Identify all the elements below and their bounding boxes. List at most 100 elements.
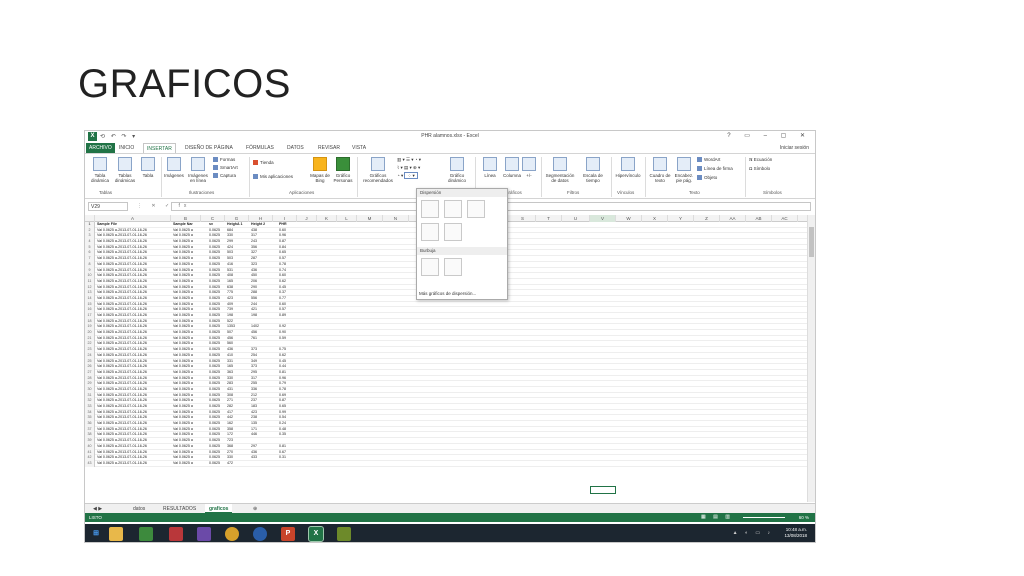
- column-header[interactable]: X: [642, 215, 668, 222]
- pivot-chart-label: Gráfico dinámico: [447, 173, 466, 183]
- scatter-straight-markers-icon[interactable]: [421, 223, 439, 241]
- signature-line-button[interactable]: Línea de firma: [697, 166, 733, 172]
- equation-button[interactable]: π Ecuación: [749, 157, 772, 163]
- column-header[interactable]: H: [249, 215, 273, 222]
- tab-vista[interactable]: VISTA: [352, 143, 366, 153]
- pivot-chart-button[interactable]: Gráfico dinámico: [441, 157, 473, 183]
- column-header[interactable]: K: [317, 215, 337, 222]
- column-header[interactable]: A: [95, 215, 171, 222]
- object-button[interactable]: Objeto: [697, 175, 717, 181]
- scrollbar-thumb[interactable]: [809, 227, 814, 257]
- hyperlink-button[interactable]: Hipervínculo: [613, 157, 643, 178]
- cell[interactable]: 0.0625: [209, 461, 223, 467]
- symbol-button[interactable]: Ω Símbolo: [749, 166, 770, 172]
- smartart-button[interactable]: SmartArt: [213, 165, 238, 171]
- column-header[interactable]: Y: [668, 215, 694, 222]
- screenshot-button[interactable]: Captura: [213, 173, 236, 179]
- table-row[interactable]: 43 Val 0.0625 a-2013-07-01-16-26 Val 0.062…: [85, 460, 809, 467]
- system-tray[interactable]: ▲ ◐ ▭ ♪: [733, 530, 773, 536]
- view-buttons[interactable]: ▦ ▤ ▥: [701, 513, 733, 522]
- column-header[interactable]: V: [590, 215, 616, 222]
- my-apps-button[interactable]: Mis aplicaciones: [253, 174, 293, 180]
- tab-datos[interactable]: DATOS: [287, 143, 304, 153]
- column-header[interactable]: C: [201, 215, 225, 222]
- clock[interactable]: 10:48 a.m. 13/08/2018: [784, 527, 807, 539]
- tab-formulas[interactable]: FÓRMULAS: [246, 143, 274, 153]
- online-pictures-button[interactable]: Imágenes en línea: [185, 157, 211, 183]
- cell[interactable]: Val 0.0625 a: [173, 461, 201, 467]
- cell[interactable]: 472: [227, 461, 249, 467]
- text-box-button[interactable]: Cuadro de texto: [647, 157, 673, 183]
- app-icon-red[interactable]: [169, 527, 183, 541]
- start-icon[interactable]: ⊞: [89, 527, 103, 541]
- column-header[interactable]: G: [225, 215, 249, 222]
- recommended-charts-button[interactable]: Gráficos recomendados: [361, 157, 395, 183]
- cell[interactable]: Val 0.0625 a-2013-07-01-16-26: [97, 461, 171, 467]
- chart-type-row-1[interactable]: ▥ ▾ ☰ ▾ ◔ ▾: [397, 157, 421, 163]
- tab-insertar[interactable]: INSERTAR: [143, 143, 176, 153]
- browser-icon[interactable]: [253, 527, 267, 541]
- column-header[interactable]: AC: [772, 215, 798, 222]
- chrome-icon[interactable]: [225, 527, 239, 541]
- shapes-button[interactable]: Formas: [213, 157, 235, 163]
- tab-inicio[interactable]: INICIO: [119, 143, 134, 153]
- more-scatter-charts-link[interactable]: Más gráficos de dispersión...: [419, 291, 476, 296]
- sign-in-link[interactable]: Iniciar sesión: [780, 143, 809, 153]
- row-number[interactable]: 43: [85, 460, 95, 467]
- sparkline-line-label: Línea: [484, 173, 496, 178]
- slicer-button[interactable]: Segmentación de datos: [543, 157, 577, 183]
- scatter-straight-lines-icon[interactable]: [444, 223, 462, 241]
- selected-cell[interactable]: [590, 486, 616, 494]
- excel-taskbar-icon[interactable]: X: [308, 526, 324, 542]
- scatter-smooth-lines-icon[interactable]: [467, 200, 485, 218]
- column-header[interactable]: N: [383, 215, 409, 222]
- app-icon-green[interactable]: [337, 527, 351, 541]
- column-header[interactable]: AA: [720, 215, 746, 222]
- powerpoint-icon[interactable]: P: [281, 527, 295, 541]
- pictures-button[interactable]: Imágenes: [161, 157, 187, 178]
- tab-revisar[interactable]: REVISAR: [318, 143, 340, 153]
- column-header[interactable]: Z: [694, 215, 720, 222]
- store-icon: [253, 160, 258, 166]
- online-pictures-label: Imágenes en línea: [188, 173, 208, 183]
- column-header[interactable]: M: [357, 215, 383, 222]
- bubble-icon[interactable]: [421, 258, 439, 276]
- column-header[interactable]: W: [616, 215, 642, 222]
- chart-type-row-2[interactable]: ⌇ ▾ ▤ ▾ ⊕ ▾: [397, 165, 420, 171]
- column-header[interactable]: J: [297, 215, 317, 222]
- column-header[interactable]: T: [536, 215, 562, 222]
- name-box[interactable]: V29: [88, 202, 128, 211]
- header-footer-button[interactable]: Encabez. pie pág.: [671, 157, 697, 183]
- column-header[interactable]: U: [562, 215, 590, 222]
- app-icon-purple[interactable]: [197, 527, 211, 541]
- column-header[interactable]: L: [337, 215, 357, 222]
- bubble-3d-icon[interactable]: [444, 258, 462, 276]
- scatter-markers-icon[interactable]: [421, 200, 439, 218]
- sparkline-winloss-button[interactable]: +/-: [519, 157, 539, 178]
- scatter-smooth-markers-icon[interactable]: [444, 200, 462, 218]
- vertical-scrollbar[interactable]: [807, 215, 815, 502]
- column-header[interactable]: B: [171, 215, 201, 222]
- calculator-icon[interactable]: [139, 527, 153, 541]
- scatter-chart-button[interactable]: ◔ ▾ ⁘ ▾: [397, 172, 418, 179]
- zoom-level[interactable]: 60 %: [799, 513, 809, 522]
- column-header[interactable]: AB: [746, 215, 772, 222]
- smartart-icon: [213, 165, 218, 171]
- select-all-corner[interactable]: [85, 215, 95, 222]
- zoom-slider[interactable]: [743, 517, 785, 518]
- file-explorer-icon[interactable]: [109, 527, 123, 541]
- column-header[interactable]: I: [273, 215, 297, 222]
- window-controls[interactable]: ? ▭ – ▢ ✕: [727, 132, 811, 139]
- timeline-button[interactable]: Escala de tiempo: [578, 157, 608, 183]
- wordart-button[interactable]: WordArt: [697, 157, 720, 163]
- column-header[interactable]: S: [510, 215, 536, 222]
- store-label: Tienda: [260, 160, 274, 165]
- pivot-table-button[interactable]: Tabla dinámica: [87, 157, 113, 183]
- document-title: PHR alamnos.xlsx - Excel: [421, 133, 479, 139]
- tab-archivo[interactable]: ARCHIVO: [86, 143, 115, 153]
- people-graph-button[interactable]: Gráfico Personas: [330, 157, 356, 183]
- table-button[interactable]: Tabla: [135, 157, 161, 178]
- timeline-icon: [586, 157, 600, 171]
- store-button[interactable]: Tienda: [253, 160, 274, 166]
- tab-diseno-pagina[interactable]: DISEÑO DE PÁGINA: [185, 143, 233, 153]
